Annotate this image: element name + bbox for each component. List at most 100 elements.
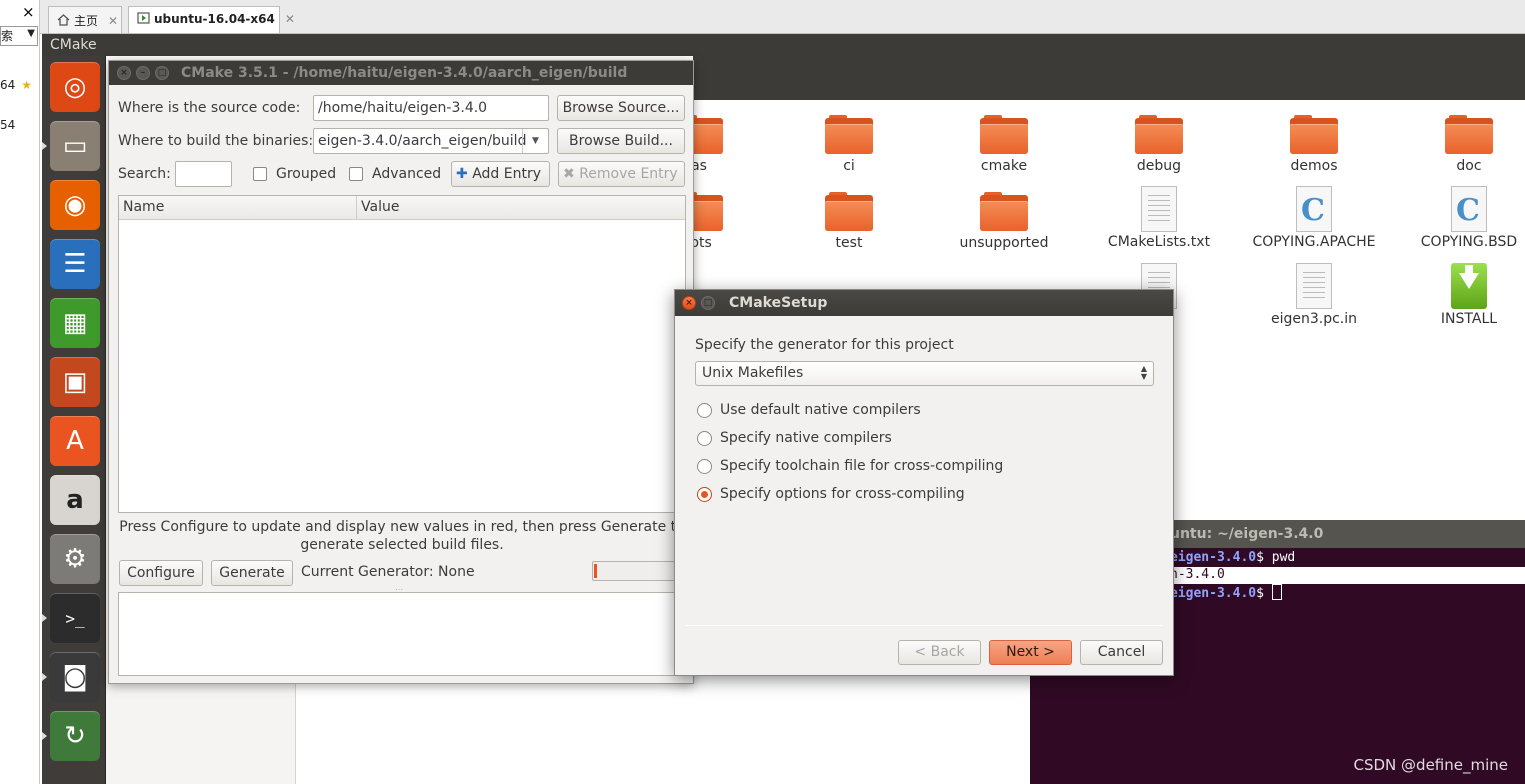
- system-settings-icon[interactable]: ⚙: [50, 534, 100, 584]
- grouped-checkbox[interactable]: [253, 167, 267, 181]
- close-icon[interactable]: ×: [117, 66, 131, 80]
- compiler-option-label[interactable]: Use default native compilers: [720, 402, 921, 418]
- compiler-option-label[interactable]: Specify toolchain file for cross-compili…: [720, 458, 1003, 474]
- software-updater-icon[interactable]: ↻: [50, 711, 100, 761]
- file-name: test: [835, 235, 863, 251]
- file-name: cmake: [980, 158, 1028, 174]
- libreoffice-writer-icon[interactable]: ☰: [50, 239, 100, 289]
- host-close-icon[interactable]: ×: [22, 3, 35, 21]
- cache-variables-table[interactable]: Name Value: [118, 195, 686, 513]
- remove-icon: ✖: [563, 166, 575, 182]
- source-path-input[interactable]: /home/haitu/eigen-3.4.0: [313, 95, 549, 121]
- chevron-down-icon[interactable]: ▼: [522, 129, 548, 153]
- libreoffice-calc-icon[interactable]: ▦: [50, 298, 100, 348]
- browse-source-button[interactable]: Browse Source...: [557, 95, 685, 121]
- terminal-line: eigen-3.4.0$ pwd: [1170, 550, 1296, 565]
- c-source-file-icon: C: [1296, 186, 1332, 232]
- file-item[interactable]: doc: [1394, 115, 1525, 174]
- cmake-window-title: × – □ CMake 3.5.1 - /home/haitu/eigen-3.…: [109, 61, 693, 85]
- dialog-title: CMakeSetup: [729, 295, 828, 311]
- file-item[interactable]: C COPYING.APACHE: [1239, 186, 1389, 250]
- watermark-text: CSDN @define_mine: [1353, 756, 1508, 774]
- compiler-option-radio[interactable]: [697, 431, 712, 446]
- generate-button[interactable]: Generate: [211, 560, 293, 586]
- file-name: COPYING.APACHE: [1252, 234, 1376, 250]
- spinner-arrows-icon: ▲ ▼: [1140, 364, 1147, 381]
- compiler-option-label[interactable]: Specify native compilers: [720, 430, 892, 446]
- libreoffice-impress-icon[interactable]: ▣: [50, 357, 100, 407]
- running-indicator: [42, 732, 47, 740]
- window-title-text: CMake 3.5.1 - /home/haitu/eigen-3.4.0/aa…: [181, 65, 628, 81]
- compiler-option-radio[interactable]: [697, 403, 712, 418]
- column-divider[interactable]: [356, 196, 357, 220]
- current-generator-label: Current Generator: None: [301, 564, 475, 580]
- file-name: debug: [1136, 158, 1182, 174]
- add-entry-button[interactable]: ✚ Add Entry: [451, 161, 550, 187]
- column-header-name[interactable]: Name: [123, 199, 164, 215]
- tab-close-icon[interactable]: ✕: [285, 12, 295, 26]
- maximize-icon[interactable]: □: [155, 66, 169, 80]
- build-path-combo[interactable]: eigen-3.4.0/aarch_eigen/build ▼: [313, 128, 549, 154]
- file-item[interactable]: debug: [1084, 115, 1234, 174]
- file-item[interactable]: test: [774, 192, 924, 251]
- chevron-down-icon[interactable]: ▼: [27, 28, 35, 39]
- ubuntu-dash-icon[interactable]: ◎: [50, 62, 100, 112]
- folder-icon: [1290, 115, 1338, 156]
- executable-icon: [1451, 263, 1487, 309]
- webcam-icon[interactable]: ◙: [50, 652, 100, 702]
- file-item[interactable]: cmake: [929, 115, 1079, 174]
- firefox-icon[interactable]: ◉: [50, 180, 100, 230]
- host-library-panel: × 索 ▼ 64 ★ 54: [0, 0, 40, 784]
- file-item[interactable]: unsupported: [929, 192, 1079, 251]
- file-manager-view-lower: [297, 684, 1030, 784]
- configure-button[interactable]: Configure: [119, 560, 203, 586]
- terminal-icon[interactable]: >_: [50, 593, 100, 643]
- file-name: COPYING.BSD: [1420, 234, 1518, 250]
- host-search-combo[interactable]: 索 ▼: [0, 26, 38, 46]
- minimize-icon[interactable]: –: [136, 66, 150, 80]
- file-name: CMakeLists.txt: [1107, 234, 1211, 250]
- folder-icon: [980, 192, 1028, 233]
- remove-entry-button[interactable]: ✖ Remove Entry: [558, 161, 685, 187]
- compiler-option-radio[interactable]: [697, 487, 712, 502]
- column-header-value[interactable]: Value: [361, 199, 399, 215]
- host-library-item[interactable]: 64 ★: [0, 78, 32, 92]
- terminal-line: n-3.4.0: [1170, 567, 1225, 582]
- tab-home[interactable]: 主页 ✕: [48, 6, 122, 33]
- maximize-icon[interactable]: □: [701, 296, 715, 310]
- file-item[interactable]: ci: [774, 115, 924, 174]
- files-icon[interactable]: ▭: [50, 121, 100, 171]
- text-file-icon: [1141, 186, 1177, 232]
- file-item[interactable]: eigen3.pc.in: [1239, 263, 1389, 327]
- advanced-checkbox[interactable]: [349, 167, 363, 181]
- cmake-gui-window: × – □ CMake 3.5.1 - /home/haitu/eigen-3.…: [108, 60, 694, 684]
- dialog-titlebar: × □ CMakeSetup: [675, 290, 1173, 316]
- folder-icon: [1445, 115, 1493, 156]
- file-item[interactable]: INSTALL: [1394, 263, 1525, 327]
- configure-hint: Press Configure to update and display ne…: [119, 519, 685, 553]
- tab-close-icon[interactable]: ✕: [108, 14, 118, 28]
- cancel-button[interactable]: Cancel: [1080, 640, 1163, 665]
- tab-ubuntu-vm[interactable]: ubuntu-16.04-x64 ✕: [128, 6, 295, 33]
- file-manager-toolbar: [693, 56, 1525, 100]
- text-file-icon: [1296, 263, 1332, 309]
- compiler-option-label[interactable]: Specify options for cross-compiling: [720, 486, 965, 502]
- host-library-item[interactable]: 54: [0, 118, 15, 132]
- next-button[interactable]: Next >: [989, 640, 1072, 665]
- amazon-icon[interactable]: a: [50, 475, 100, 525]
- close-icon[interactable]: ×: [682, 296, 696, 310]
- search-input[interactable]: [175, 161, 232, 187]
- generator-select[interactable]: Unix Makefiles ▲ ▼: [695, 361, 1154, 386]
- file-item[interactable]: C COPYING.BSD: [1394, 186, 1525, 250]
- running-indicator: [42, 673, 47, 681]
- browse-build-button[interactable]: Browse Build...: [557, 128, 685, 154]
- generator-prompt: Specify the generator for this project: [695, 337, 954, 353]
- file-item[interactable]: demos: [1239, 115, 1389, 174]
- compiler-option-radio[interactable]: [697, 459, 712, 474]
- output-log[interactable]: [118, 592, 686, 676]
- unity-launcher: ◎ ▭ ◉ ☰ ▦ ▣ Aa ⚙ >_ ◙ ↻: [42, 56, 106, 784]
- folder-icon: [980, 115, 1028, 156]
- back-button[interactable]: < Back: [898, 640, 981, 665]
- software-center-icon[interactable]: A: [50, 416, 100, 466]
- file-item[interactable]: CMakeLists.txt: [1084, 186, 1234, 250]
